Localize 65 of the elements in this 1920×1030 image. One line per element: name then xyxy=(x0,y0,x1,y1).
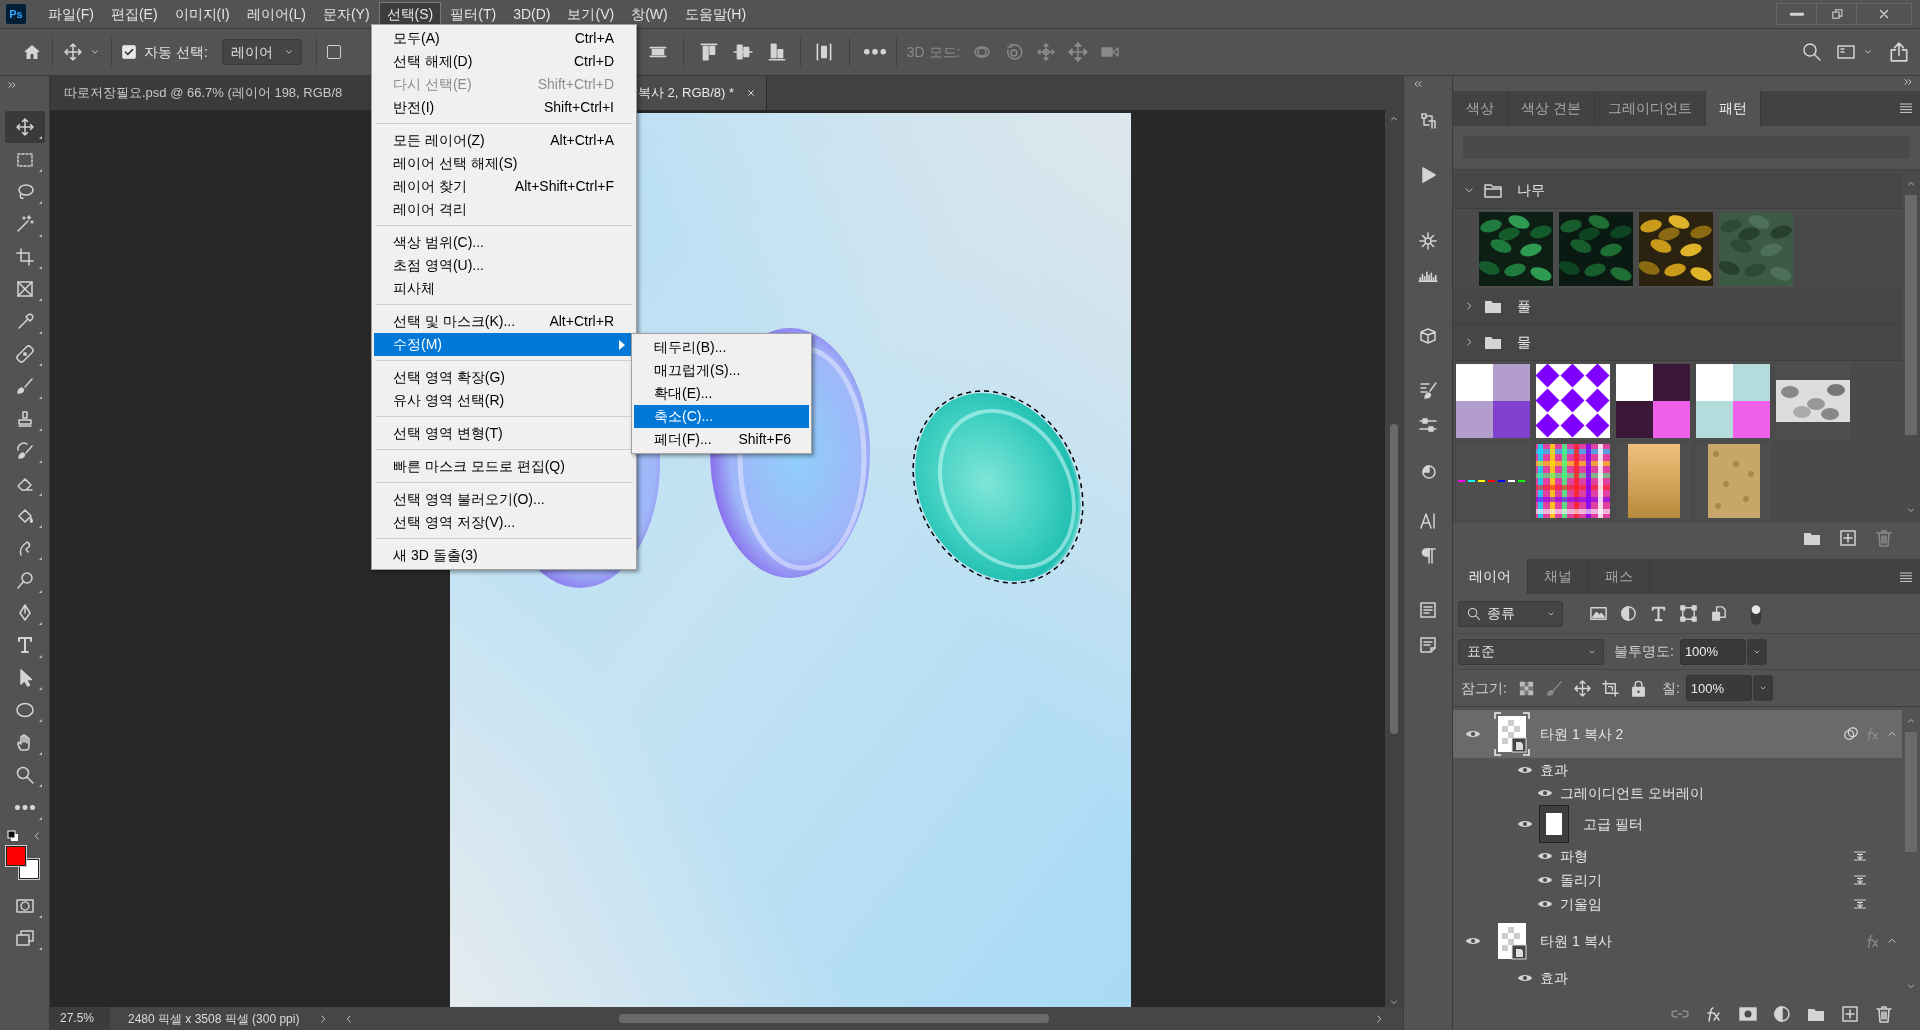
pattern-group-row[interactable]: 풀 xyxy=(1453,288,1902,325)
blend-mode-dropdown[interactable]: 표준 xyxy=(1458,638,1604,665)
filter-name: 기울임 xyxy=(1560,894,1602,914)
menu-item[interactable]: 레이어(L) xyxy=(238,2,314,26)
filter-name: 파형 xyxy=(1560,846,1588,866)
menu-item[interactable]: 선택 및 마스크(K)... Alt+Ctrl+R xyxy=(374,310,634,333)
menu-item[interactable]: 선택 영역 저장(V)... xyxy=(374,511,634,534)
menu-item[interactable]: 테두리(B)... xyxy=(634,336,809,359)
fill-label: 칠: xyxy=(1661,678,1680,698)
layer-row[interactable]: 타원 1 복사 2 xyxy=(1453,710,1902,758)
lock-label: 잠그기: xyxy=(1461,678,1507,698)
auto-select-label: 자동 선택: xyxy=(144,42,208,62)
menu-item[interactable]: 창(W) xyxy=(623,2,676,26)
zoom-level: 27.5% xyxy=(50,1007,110,1030)
menu-item[interactable]: 축소(C)... xyxy=(634,405,809,428)
menu-item[interactable]: 유사 영역 선택(R) xyxy=(374,389,634,412)
menu-item[interactable]: 편집(E) xyxy=(102,2,166,26)
smart-filters-label: 고급 필터 xyxy=(1583,814,1643,834)
panel-tab[interactable]: 패스 xyxy=(1589,559,1650,594)
opacity-label: 불투명도: xyxy=(1614,642,1674,661)
filter-name: 돌리기 xyxy=(1560,870,1602,890)
pattern-group-row[interactable]: 물 xyxy=(1453,324,1902,361)
menu-item[interactable]: 색상 범위(C)... xyxy=(374,231,634,254)
menu-item[interactable]: 매끄럽게(S)... xyxy=(634,359,809,382)
menu-item[interactable]: 선택 영역 변형(T) xyxy=(374,422,634,445)
panel-tab[interactable]: 색상 xyxy=(1453,90,1508,126)
pattern-group-row[interactable]: 나무 xyxy=(1453,172,1902,209)
menu-item[interactable]: 빠른 마스크 모드로 편집(Q) xyxy=(374,455,634,478)
effects-label: 효과 xyxy=(1540,968,1568,988)
menu-item[interactable]: 선택 영역 확장(G) xyxy=(374,366,634,389)
menu-item[interactable]: 초점 영역(U)... xyxy=(374,254,634,277)
menu-item[interactable]: 페더(F)... Shift+F6 xyxy=(634,428,809,451)
menu-item[interactable]: 도움말(H) xyxy=(676,2,755,26)
panel-tab[interactable]: 그레이디언트 xyxy=(1594,90,1706,126)
document-size: 2480 픽셀 x 3508 픽셀 (300 ppi) xyxy=(128,1010,300,1028)
menu-item[interactable]: 레이어 격리 xyxy=(374,198,634,221)
menu-item[interactable]: 3D(D) xyxy=(505,2,559,26)
opacity-field[interactable]: 100% xyxy=(1679,638,1746,665)
panel-tab[interactable]: 레이어 xyxy=(1453,559,1528,594)
menu-item[interactable]: 이미지(I) xyxy=(166,2,238,26)
menu-item[interactable]: 레이어 찾기 Alt+Shift+Ctrl+F xyxy=(374,175,634,198)
menu-item[interactable]: 레이어 선택 해제(S) xyxy=(374,152,634,175)
menu-item[interactable]: 피사체 xyxy=(374,277,634,300)
layer-filter-dropdown[interactable]: 종류 xyxy=(1458,600,1563,627)
menu-item[interactable]: 선택 해제(D) Ctrl+D xyxy=(374,50,634,73)
menu-item[interactable]: 문자(Y) xyxy=(314,2,378,26)
menu-item[interactable]: 새 3D 돌출(3) xyxy=(374,544,634,567)
menu-item[interactable]: 모든 레이어(Z) Alt+Ctrl+A xyxy=(374,129,634,152)
fill-field[interactable]: 100% xyxy=(1685,675,1752,701)
panel-tab[interactable]: 패턴 xyxy=(1705,90,1761,126)
menu-item[interactable]: 모두(A) Ctrl+A xyxy=(374,27,634,50)
menu-item[interactable]: 선택 영역 불러오기(O)... xyxy=(374,488,634,511)
menu-item[interactable]: 보기(V) xyxy=(559,2,623,26)
app-logo: Ps xyxy=(6,4,26,24)
panel-tab[interactable]: 채널 xyxy=(1528,559,1589,594)
menu-item[interactable]: 파일(F) xyxy=(40,2,102,26)
menu-item[interactable]: 선택(S) xyxy=(378,2,442,26)
layer-row[interactable]: 타원 1 복사 xyxy=(1453,916,1902,966)
auto-select-dropdown[interactable]: 레이어 xyxy=(221,39,302,65)
effects-label: 효과 xyxy=(1540,760,1568,780)
effect-name: 그레이디언트 오버레이 xyxy=(1560,783,1704,803)
menu-item[interactable]: 수정(M) xyxy=(374,333,634,356)
menu-item[interactable]: 필터(T) xyxy=(442,2,505,26)
menu-item[interactable]: 확대(E)... xyxy=(634,382,809,405)
panel-tab[interactable]: 색상 견본 xyxy=(1508,90,1595,126)
